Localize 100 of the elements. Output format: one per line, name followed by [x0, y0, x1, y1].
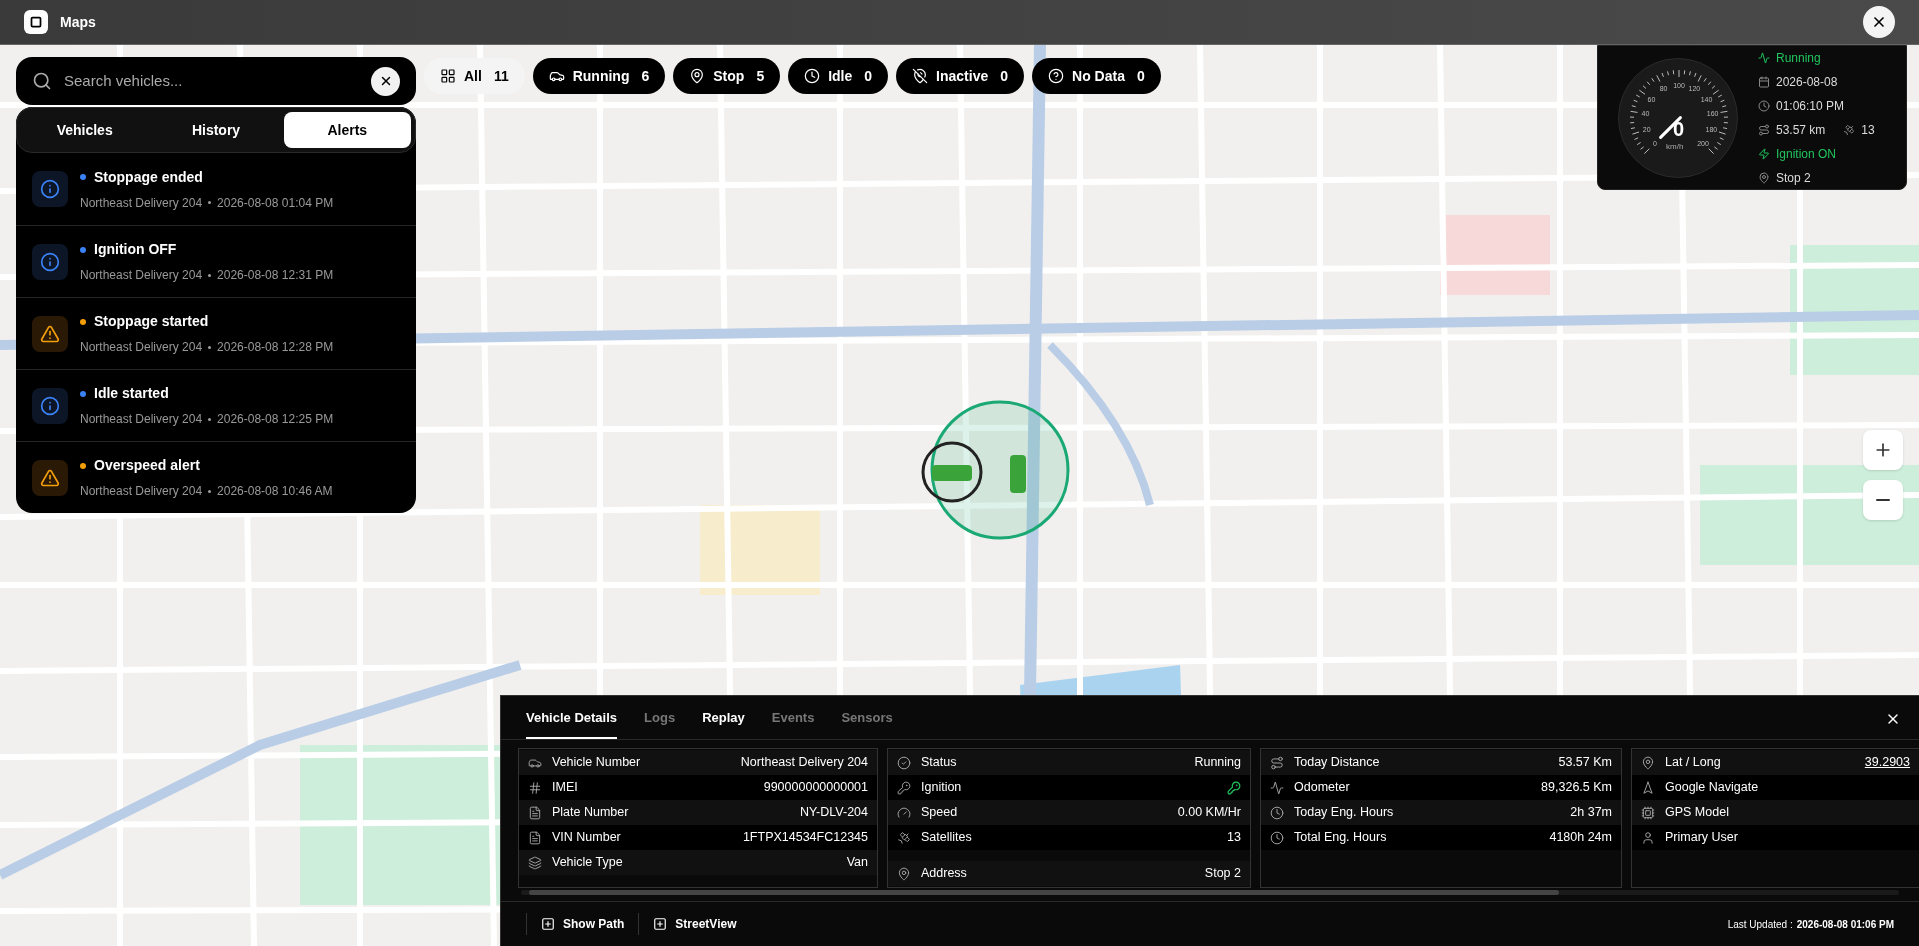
hash-icon	[528, 780, 542, 795]
alert-item[interactable]: Idle started Northeast Delivery 204 2026-08-08 12:25 PM	[16, 369, 416, 441]
chip-icon	[1641, 805, 1655, 820]
filter-chip[interactable]: No Data 0	[1032, 58, 1161, 94]
distance-text: 53.57 km	[1776, 121, 1826, 139]
clock-icon	[1270, 805, 1284, 820]
last-updated-time: 2026-08-08 01:06 PM	[1796, 917, 1894, 932]
alert-title: Stoppage ended	[94, 167, 203, 187]
detail-value: 4180h 24m	[1549, 829, 1612, 847]
action-button[interactable]: Show Path	[526, 913, 639, 935]
satellite-count: 13	[1861, 121, 1875, 139]
detail-label: Vehicle Type	[552, 854, 623, 872]
alert-title: Idle started	[94, 384, 169, 403]
navigation-icon	[1641, 780, 1655, 795]
filter-chip[interactable]: Inactive 0	[896, 58, 1025, 94]
filter-chip[interactable]: All 11	[424, 58, 525, 94]
window-title: Maps	[60, 12, 96, 32]
detail-label: Total Eng. Hours	[1294, 829, 1387, 847]
speed-needle	[1659, 115, 1682, 139]
satellite-icon	[897, 830, 911, 845]
plus-square-icon	[541, 917, 555, 931]
detail-value: 13	[1227, 829, 1241, 847]
warning-icon	[40, 323, 60, 344]
info-icon	[40, 251, 60, 272]
alert-time: 2026-08-08 12:31 PM	[217, 267, 334, 284]
detail-value: 53.57 Km	[1558, 754, 1612, 772]
map-pin-icon	[1758, 171, 1770, 184]
detail-label: Today Eng. Hours	[1294, 804, 1394, 822]
document-icon	[528, 805, 542, 820]
panel-tab[interactable]: Vehicles	[21, 112, 149, 148]
search-field[interactable]: Search vehicles...	[64, 69, 359, 93]
detail-label: Ignition	[921, 779, 962, 797]
satellite-icon	[1843, 123, 1856, 136]
details-tab[interactable]: Replay	[702, 707, 745, 739]
last-updated-label: Last Updated :	[1727, 917, 1793, 932]
clock-icon	[1758, 99, 1770, 112]
zoom-in-button[interactable]	[1863, 430, 1903, 470]
alert-title: Ignition OFF	[94, 240, 177, 259]
alert-time: 2026-08-08 12:28 PM	[217, 339, 334, 356]
detail-value: 0.00 KM/Hr	[1177, 804, 1241, 822]
detail-label: Today Distance	[1294, 754, 1380, 772]
time-text: 01:06:10 PM	[1776, 97, 1845, 115]
alert-title: Stoppage started	[94, 312, 209, 331]
alert-vehicle: Northeast Delivery 204	[80, 194, 203, 212]
detail-value: 1FTPX14534FC12345	[742, 829, 868, 847]
pulse-icon	[1758, 51, 1770, 64]
alert-item[interactable]: Stoppage started Northeast Delivery 204 2026-08-08 12:28 PM	[16, 297, 416, 369]
search-icon	[32, 71, 52, 91]
detail-label: Vehicle Number	[552, 754, 641, 772]
alert-title: Overspeed alert	[94, 456, 200, 475]
info-icon	[40, 179, 60, 199]
map-pin-off-icon	[912, 68, 929, 84]
detail-label: IMEI	[552, 779, 578, 797]
document-icon	[528, 830, 542, 845]
details-tab[interactable]: Vehicle Details	[526, 707, 618, 739]
search-box[interactable]: Search vehicles...	[16, 57, 416, 105]
detail-value: Running	[1194, 754, 1241, 772]
filter-chip[interactable]: Stop 5	[673, 58, 781, 94]
alert-item[interactable]: Ignition OFF Northeast Delivery 204 2026-08-08 12:31 PM	[16, 225, 416, 297]
ignition-text: Ignition ON	[1776, 145, 1837, 163]
map-pin-icon	[897, 866, 911, 881]
speed-reading: 0	[1673, 118, 1685, 139]
action-button[interactable]: StreetView	[638, 913, 751, 935]
app-logo	[24, 10, 48, 34]
detail-label: Odometer	[1294, 779, 1350, 797]
alert-item[interactable]: Stoppage ended Northeast Delivery 204 2026-08-08 01:04 PM	[16, 153, 416, 225]
location-text: Stop 2	[1776, 169, 1811, 187]
date-text: 2026-08-08	[1776, 73, 1838, 91]
vehicle-status: Running	[1776, 49, 1821, 67]
clear-button[interactable]	[371, 66, 400, 96]
panel-tab[interactable]: History	[152, 112, 280, 148]
minus-icon	[1876, 499, 1890, 501]
alert-time: 2026-08-08 12:25 PM	[217, 411, 334, 428]
plus-square-icon	[653, 917, 668, 931]
alert-item[interactable]: Overspeed alert Northeast Delivery 204 2026-08-08 10:46 AM	[16, 441, 416, 513]
panel-tab[interactable]: Alerts	[283, 112, 411, 148]
filter-chip[interactable]: Running 6	[532, 58, 666, 94]
alert-vehicle: Northeast Delivery 204	[80, 411, 203, 428]
detail-label: Google Navigate	[1665, 779, 1759, 797]
detail-value: Stop 2	[1204, 865, 1241, 883]
speed-unit: km/h	[1666, 142, 1684, 151]
filter-chip[interactable]: Idle 0	[788, 58, 889, 94]
question-icon	[1048, 68, 1065, 84]
pulse-icon	[1270, 780, 1284, 795]
close-button[interactable]	[1863, 6, 1895, 38]
detail-value: 990000000000001	[763, 779, 868, 797]
user-icon	[1641, 830, 1655, 845]
key-icon	[897, 780, 911, 795]
coordinates-link[interactable]: 39.2903	[1864, 753, 1910, 772]
detail-label: Plate Number	[552, 804, 629, 822]
clock-icon	[804, 68, 821, 84]
alert-time: 2026-08-08 10:46 AM	[217, 483, 333, 500]
detail-value: 89,326.5 Km	[1541, 779, 1612, 797]
detail-label: VIN Number	[552, 829, 621, 847]
lightning-icon	[1758, 147, 1770, 160]
alert-vehicle: Northeast Delivery 204	[80, 483, 203, 500]
calendar-icon	[1758, 75, 1770, 88]
alert-time: 2026-08-08 01:04 PM	[217, 194, 334, 212]
route-icon	[1758, 123, 1770, 136]
warning-icon	[40, 467, 60, 488]
